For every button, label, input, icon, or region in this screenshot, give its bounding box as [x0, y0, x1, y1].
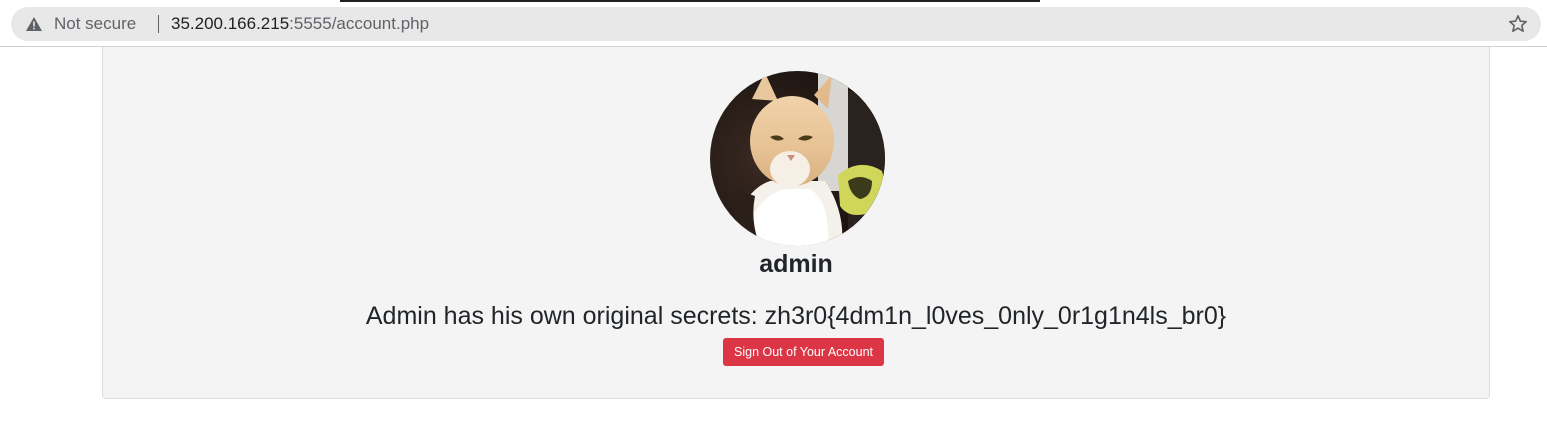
account-card: admin Admin has his own original secrets…	[102, 47, 1490, 399]
secret-message: Admin has his own original secrets: zh3r…	[365, 302, 1227, 330]
star-icon[interactable]	[1508, 14, 1528, 34]
cat-avatar-image	[710, 71, 885, 246]
username-heading: admin	[759, 250, 833, 278]
tab-strip-edge	[340, 0, 1040, 2]
url-text[interactable]: 35.200.166.215:5555/account.php	[171, 15, 429, 33]
address-divider	[158, 15, 159, 33]
security-status-label[interactable]: Not secure	[54, 15, 136, 33]
sign-out-button[interactable]: Sign Out of Your Account	[723, 338, 884, 366]
avatar	[710, 71, 885, 246]
url-host: 35.200.166.215	[171, 14, 290, 33]
url-path: :5555/account.php	[289, 14, 430, 33]
browser-top-edge	[0, 0, 1547, 2]
warning-triangle-icon[interactable]	[25, 16, 43, 32]
address-bar[interactable]: Not secure 35.200.166.215:5555/account.p…	[11, 7, 1541, 41]
